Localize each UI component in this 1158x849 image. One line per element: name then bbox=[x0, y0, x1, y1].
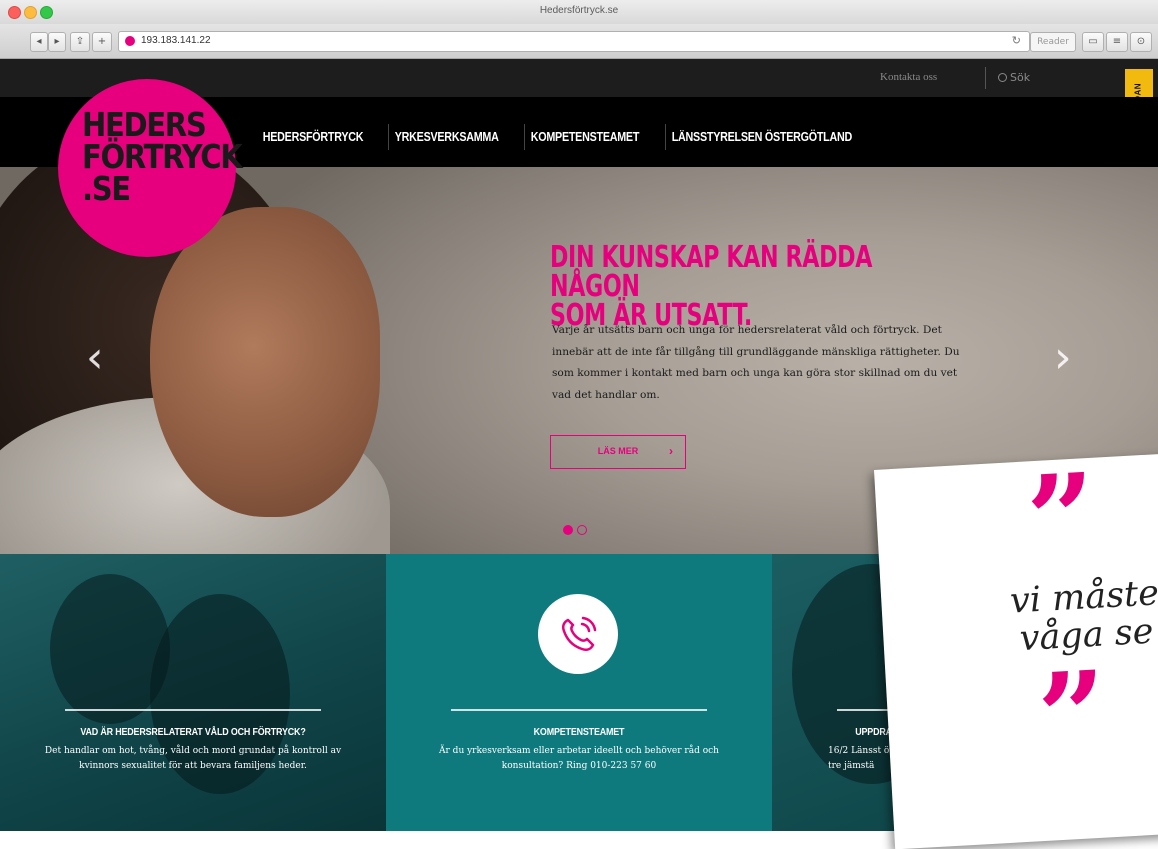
sidebar-icon[interactable]: ▭ bbox=[1082, 32, 1104, 52]
nav-item-lansstyrelsen[interactable]: LÄNSSTYRELSEN ÖSTERGÖTLAND bbox=[664, 130, 860, 144]
chevron-right-icon: › bbox=[669, 444, 673, 458]
site-logo[interactable]: HEDERS FÖRTRYCK .SE bbox=[58, 79, 243, 257]
hero-title-line-1: DIN KUNSKAP KAN RÄDDA NÅGON bbox=[550, 240, 873, 304]
nav-item-yrkesverksamma[interactable]: YRKESVERKSAMMA bbox=[387, 130, 506, 144]
url-text: 193.183.141.22 bbox=[141, 35, 211, 46]
read-more-label: LÄS MER bbox=[597, 446, 639, 456]
panel-title: VAD ÄR HEDERSRELATERAT VÅLD OCH FÖRTRYCK… bbox=[80, 726, 306, 738]
add-tab-button[interactable]: + bbox=[92, 32, 112, 52]
reload-icon[interactable]: ↻ bbox=[1012, 34, 1021, 47]
hero-photo-face bbox=[150, 207, 380, 517]
search-link[interactable]: Sök bbox=[998, 71, 1030, 84]
logo-text: HEDERS FÖRTRYCK .SE bbox=[82, 108, 243, 208]
browser-toolbar: ◂ ▸ ⇪ + 193.183.141.22 ↻ Reader ▭ ≡ ⊙ bbox=[0, 24, 1158, 59]
logo-line-3: .SE bbox=[82, 169, 131, 208]
reader-button[interactable]: Reader bbox=[1030, 32, 1076, 52]
site-favicon-icon bbox=[125, 36, 135, 46]
address-bar[interactable]: 193.183.141.22 ↻ bbox=[118, 31, 1030, 52]
phone-icon bbox=[538, 594, 618, 674]
search-label: Sök bbox=[1010, 71, 1031, 84]
carousel-dot-1[interactable] bbox=[563, 525, 573, 535]
carousel-next-arrow-icon[interactable]: › bbox=[1054, 332, 1072, 383]
search-icon bbox=[998, 73, 1007, 82]
forward-button[interactable]: ▸ bbox=[48, 32, 66, 52]
share-button[interactable]: ⇪ bbox=[70, 32, 90, 52]
hero-title: DIN KUNSKAP KAN RÄDDA NÅGON SOM ÄR UTSAT… bbox=[550, 243, 876, 331]
carousel-prev-arrow-icon[interactable]: ‹ bbox=[86, 332, 104, 383]
close-quote-mark: ” bbox=[1034, 644, 1111, 790]
hero-body-text: Varje år utsätts barn och unga för heder… bbox=[552, 324, 960, 401]
open-quote-mark: ” bbox=[1023, 446, 1100, 592]
nav-item-kompetensteamet[interactable]: KOMPETENSTEAMET bbox=[523, 130, 647, 144]
carousel-dot-2[interactable] bbox=[577, 525, 587, 535]
panel-kompetensteamet[interactable]: KOMPETENSTEAMET Är du yrkesverksam eller… bbox=[386, 554, 772, 831]
divider bbox=[451, 709, 707, 711]
divider bbox=[985, 67, 986, 89]
panel-title: KOMPETENSTEAMET bbox=[533, 726, 625, 738]
carousel-pagination bbox=[563, 525, 587, 535]
read-more-button[interactable]: LÄS MER › bbox=[550, 435, 686, 469]
divider bbox=[65, 709, 321, 711]
panel-what-is[interactable]: VAD ÄR HEDERSRELATERAT VÅLD OCH FÖRTRYCK… bbox=[0, 554, 386, 831]
main-nav: HEDERSFÖRTRYCK YRKESVERKSAMMA KOMPETENST… bbox=[255, 124, 891, 150]
panel-title: UPPDRA bbox=[855, 726, 892, 738]
back-button[interactable]: ◂ bbox=[30, 32, 48, 52]
window-title: Hedersförtryck.se bbox=[539, 5, 619, 16]
downloads-icon[interactable]: ⊙ bbox=[1130, 32, 1152, 52]
panel-text: Det handlar om hot, tvång, våld och mord… bbox=[44, 746, 342, 771]
tabs-icon[interactable]: ≡ bbox=[1106, 32, 1128, 52]
browser-titlebar: Hedersförtryck.se bbox=[0, 0, 1158, 25]
nav-item-hedersfortryck[interactable]: HEDERSFÖRTRYCK bbox=[255, 130, 371, 144]
panel-text: Är du yrkesverksam eller arbetar ideellt… bbox=[439, 746, 719, 771]
quote-card: ” vi måste våga se ” bbox=[874, 446, 1158, 849]
contact-link[interactable]: Kontakta oss bbox=[880, 71, 937, 83]
